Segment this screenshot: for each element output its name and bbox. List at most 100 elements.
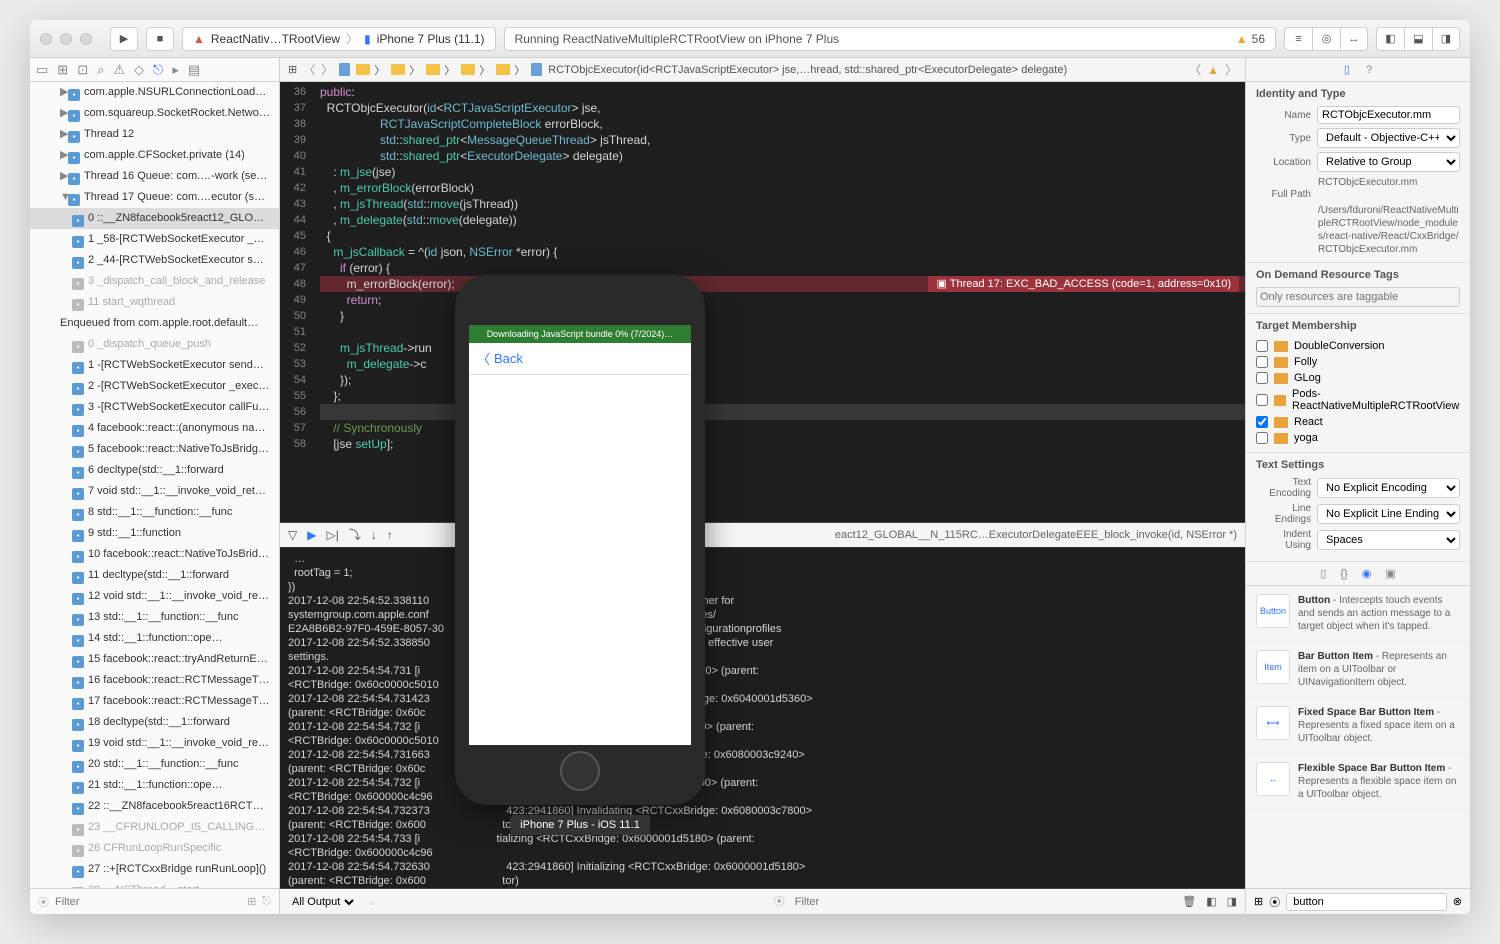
file-template-icon[interactable]: ▯ xyxy=(1320,567,1326,580)
step-out-icon[interactable]: ↑ xyxy=(387,528,393,542)
debug-nav-item[interactable]: ▪2 _44-[RCTWebSocketExecutor s… xyxy=(30,250,279,271)
debug-nav-item[interactable]: ▪9 std::__1::function xyxy=(30,523,279,544)
target-item[interactable]: yoga xyxy=(1256,430,1460,446)
target-item[interactable]: GLog xyxy=(1256,370,1460,386)
run-button[interactable]: ▶ xyxy=(110,27,138,51)
jump-bar[interactable]: ⊞ 〈 〉 〉 〉 〉 〉 〉 RCTObjcExecutor(id<RCTJa… xyxy=(280,58,1245,82)
debug-location[interactable]: eact12_GLOBAL__N_115RC…ExecutorDelegateE… xyxy=(835,529,1237,541)
object-library-icon[interactable]: ◉ xyxy=(1362,567,1372,580)
debug-nav-item[interactable]: ▪12 void std::__1::__invoke_void_ret… xyxy=(30,586,279,607)
simulator-screen[interactable]: Downloading JavaScript bundle 0% (7/2024… xyxy=(469,325,691,745)
jump-bar-path[interactable]: RCTObjcExecutor(id<RCTJavaScriptExecutor… xyxy=(548,64,1183,76)
symbol-nav-icon[interactable]: ⊞ xyxy=(57,62,68,78)
target-checkbox[interactable] xyxy=(1256,432,1268,444)
console-right-icon[interactable]: ◨ xyxy=(1227,895,1237,909)
file-inspector-icon[interactable]: ▯ xyxy=(1344,63,1350,76)
file-type-select[interactable]: Default - Objective-C++ S… xyxy=(1317,128,1460,148)
debug-nav-item[interactable]: ▪3 _dispatch_call_block_and_release xyxy=(30,271,279,292)
stop-button[interactable]: ■ xyxy=(146,27,174,51)
debug-nav-item[interactable]: ▪23 __CFRUNLOOP_IS_CALLING_OU… xyxy=(30,817,279,838)
console-filter-input[interactable] xyxy=(795,896,1173,908)
related-items-icon[interactable]: ⊞ xyxy=(288,63,297,76)
debug-nav-item[interactable]: ▪14 std::__1::function::ope… xyxy=(30,628,279,649)
filter-crashed-icon[interactable]: ⎋ xyxy=(262,895,271,908)
filter-scope-icon[interactable]: ⊞ xyxy=(247,895,256,908)
code-line[interactable]: RCTObjcExecutor(id<RCTJavaScriptExecutor… xyxy=(320,100,1245,116)
step-over-icon[interactable]: ⤵ xyxy=(349,526,361,543)
zoom-dot[interactable] xyxy=(80,33,92,45)
debug-nav-item[interactable]: ▪27 ::+[RCTCxxBridge runRunLoop]() xyxy=(30,859,279,880)
debug-nav-icon[interactable]: ⎋ xyxy=(153,62,163,78)
debug-nav-item[interactable]: ▪1 _58-[RCTWebSocketExecutor _… xyxy=(30,229,279,250)
target-checkbox[interactable] xyxy=(1256,416,1268,428)
file-name-input[interactable] xyxy=(1317,106,1460,124)
error-badge[interactable]: ▣ Thread 17: EXC_BAD_ACCESS (code=1, add… xyxy=(928,276,1239,292)
navigator-filter-input[interactable] xyxy=(55,896,241,908)
debug-nav-item[interactable]: ▪21 std::__1::function::ope… xyxy=(30,775,279,796)
debug-nav-item[interactable]: ▪13 std::__1::__function::__func xyxy=(30,607,279,628)
step-into-icon[interactable]: ↓ xyxy=(371,528,377,542)
version-editor-button[interactable]: ↔ xyxy=(1340,27,1368,51)
toggle-debug-button[interactable]: ⬓ xyxy=(1404,27,1432,51)
project-nav-icon[interactable]: ▭ xyxy=(36,62,48,78)
debug-nav-item[interactable]: ▪0 _dispatch_queue_push xyxy=(30,334,279,355)
target-item[interactable]: DoubleConversion xyxy=(1256,338,1460,354)
source-editor[interactable]: 3637383940414243444546474849505152535455… xyxy=(280,82,1245,522)
target-item[interactable]: Folly xyxy=(1256,354,1460,370)
issue-nav-icon[interactable]: ⚠ xyxy=(113,62,125,78)
back-button[interactable]: Back xyxy=(494,351,523,366)
back-icon[interactable]: 〈 xyxy=(303,61,315,78)
code-line[interactable]: { xyxy=(320,228,1245,244)
code-line[interactable]: : m_jse(jse) xyxy=(320,164,1245,180)
code-line[interactable]: public: xyxy=(320,84,1245,100)
debug-nav-item[interactable]: ▪11 decltype(std::__1::forward xyxy=(30,565,279,586)
warning-count[interactable]: 56 xyxy=(1252,32,1265,46)
debug-nav-item[interactable]: ▪17 facebook::react::RCTMessageT… xyxy=(30,691,279,712)
code-line[interactable]: if (error) { xyxy=(320,260,1245,276)
indent-select[interactable]: Spaces xyxy=(1317,530,1460,550)
debug-nav-item[interactable]: ▪3 -[RCTWebSocketExecutor callFu… xyxy=(30,397,279,418)
minimize-dot[interactable] xyxy=(60,33,72,45)
close-dot[interactable] xyxy=(40,33,52,45)
library-item[interactable]: ⟷Fixed Space Bar Button Item - Represent… xyxy=(1246,698,1470,754)
help-inspector-icon[interactable]: ? xyxy=(1366,64,1372,76)
debug-nav-item[interactable]: ▪16 facebook::react::RCTMessageT… xyxy=(30,670,279,691)
target-checkbox[interactable] xyxy=(1256,356,1268,368)
debug-nav-item[interactable]: ▪28 __NSThread__start xyxy=(30,880,279,888)
code-line[interactable]: , m_delegate(std::move(delegate)) xyxy=(320,212,1245,228)
code-snippet-icon[interactable]: {} xyxy=(1340,568,1347,580)
home-button[interactable] xyxy=(560,751,600,791)
console-left-icon[interactable]: ◧ xyxy=(1206,895,1216,909)
media-library-icon[interactable]: ▣ xyxy=(1385,567,1395,580)
debug-nav-item[interactable]: ▪8 std::__1::__function::__func xyxy=(30,502,279,523)
report-nav-icon[interactable]: ▤ xyxy=(188,62,200,78)
debug-nav-item[interactable]: ▶▪Thread 16 Queue: com.…-work (serial) xyxy=(30,166,279,187)
debug-nav-item[interactable]: ▶▪com.apple.CFSocket.private (14) xyxy=(30,145,279,166)
debug-nav-item[interactable]: ▪0 ::__ZN8facebook5react12_GLO… xyxy=(30,208,279,229)
debug-nav-item[interactable]: ▪10 facebook::react::NativeToJsBridg… xyxy=(30,544,279,565)
breakpoints-icon[interactable]: ▶ xyxy=(307,528,316,542)
library-item[interactable]: ButtonButton - Intercepts touch events a… xyxy=(1246,586,1470,642)
code-line[interactable]: , m_jsThread(std::move(jsThread)) xyxy=(320,196,1245,212)
assistant-editor-button[interactable]: ◎ xyxy=(1312,27,1340,51)
debug-nav-item[interactable]: ▶▪Thread 12 xyxy=(30,124,279,145)
code-line[interactable]: RCTJavaScriptCompleteBlock errorBlock, xyxy=(320,116,1245,132)
warning-icon[interactable]: ▲ xyxy=(1207,63,1219,77)
code-line[interactable]: std::shared_ptr<MessageQueueThread> jsTh… xyxy=(320,132,1245,148)
library-filter-input[interactable] xyxy=(1286,893,1447,911)
debug-nav-item[interactable]: ▪5 facebook::react::NativeToJsBridg… xyxy=(30,439,279,460)
toggle-inspector-button[interactable]: ◨ xyxy=(1432,27,1460,51)
debug-nav-item[interactable]: ▪7 void std::__1::__invoke_void_retur… xyxy=(30,481,279,502)
debug-nav-item[interactable]: ▶▪com.apple.NSURLConnectionLoader (… xyxy=(30,82,279,103)
library-item[interactable]: ItemBar Button Item - Represents an item… xyxy=(1246,642,1470,698)
test-nav-icon[interactable]: ◇ xyxy=(134,62,144,78)
debug-nav-item[interactable]: ▪18 decltype(std::__1::forward xyxy=(30,712,279,733)
console-output-select[interactable]: All Output xyxy=(288,895,357,909)
console-output[interactable]: … rootTag = 1; }) 2017-12-08 22:54:52.33… xyxy=(280,548,1245,888)
breakpoint-nav-icon[interactable]: ▸ xyxy=(172,62,179,78)
standard-editor-button[interactable]: ≡ xyxy=(1284,27,1312,51)
debug-nav-item[interactable]: ▼▪Thread 17 Queue: com.…ecutor (serial) xyxy=(30,187,279,208)
back-chevron-icon[interactable]: 〈 xyxy=(477,349,490,368)
trash-icon[interactable]: 🗑 xyxy=(1182,895,1196,909)
target-item[interactable]: Pods-ReactNativeMultipleRCTRootView xyxy=(1256,386,1460,414)
